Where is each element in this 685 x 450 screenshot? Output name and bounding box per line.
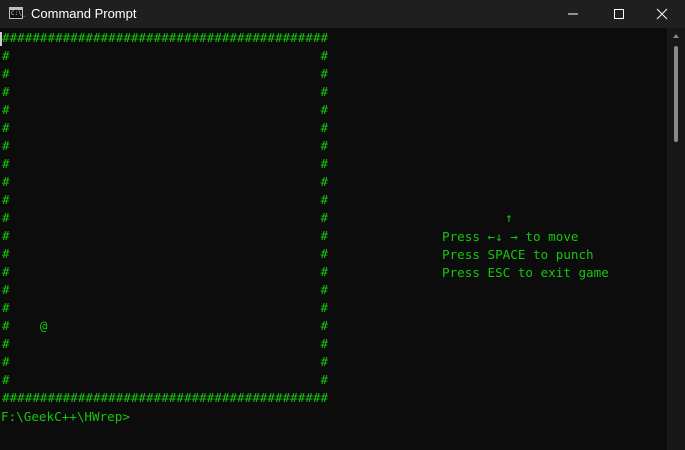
close-button[interactable] bbox=[639, 0, 685, 28]
game-row: # # bbox=[2, 336, 329, 351]
console-app-icon[interactable]: C:\_ bbox=[9, 7, 26, 19]
game-row: # # bbox=[2, 84, 329, 99]
game-row: # # bbox=[2, 192, 329, 207]
game-row: # # bbox=[2, 138, 329, 153]
game-row: # # bbox=[2, 156, 329, 171]
minimize-button[interactable] bbox=[550, 0, 596, 28]
punch-instruction: Press SPACE to punch bbox=[442, 247, 594, 262]
game-row: # # bbox=[2, 282, 329, 297]
arrow-up-hint: ↑ bbox=[505, 210, 513, 225]
game-row: # # bbox=[2, 246, 329, 261]
vertical-scrollbar[interactable] bbox=[667, 28, 685, 450]
command-prompt-line[interactable]: F:\GeekC++\HWrep> bbox=[1, 408, 130, 426]
game-row: # # bbox=[2, 228, 329, 243]
maximize-icon bbox=[614, 9, 624, 19]
game-row: # # bbox=[2, 300, 329, 315]
game-row: # # bbox=[2, 372, 329, 387]
title-bar[interactable]: C:\_ Command Prompt bbox=[0, 0, 685, 28]
console-app-icon-text: C:\_ bbox=[11, 10, 26, 17]
scroll-thumb[interactable] bbox=[674, 46, 678, 142]
window-title: Command Prompt bbox=[31, 6, 137, 21]
game-border-top: ########################################… bbox=[2, 30, 329, 45]
minimize-icon bbox=[568, 13, 578, 15]
game-row: # # bbox=[2, 264, 329, 279]
game-row: # # bbox=[2, 66, 329, 81]
move-instruction: Press ←↓ → to move bbox=[442, 229, 579, 244]
maximize-button[interactable] bbox=[596, 0, 642, 28]
game-row: # # bbox=[2, 48, 329, 63]
game-row: # # bbox=[2, 102, 329, 117]
exit-instruction: Press ESC to exit game bbox=[442, 265, 609, 280]
game-row-player: # @ # bbox=[2, 318, 329, 333]
game-row: # # bbox=[2, 354, 329, 369]
game-border-bottom: ########################################… bbox=[2, 390, 329, 405]
game-row: # # bbox=[2, 174, 329, 189]
console-output[interactable]: ########################################… bbox=[0, 28, 667, 450]
scroll-up-arrow-icon[interactable] bbox=[673, 34, 679, 38]
command-prompt-window: C:\_ Command Prompt ####################… bbox=[0, 0, 685, 450]
game-row: # # bbox=[2, 210, 329, 225]
close-icon bbox=[656, 8, 668, 20]
game-row: # # bbox=[2, 120, 329, 135]
